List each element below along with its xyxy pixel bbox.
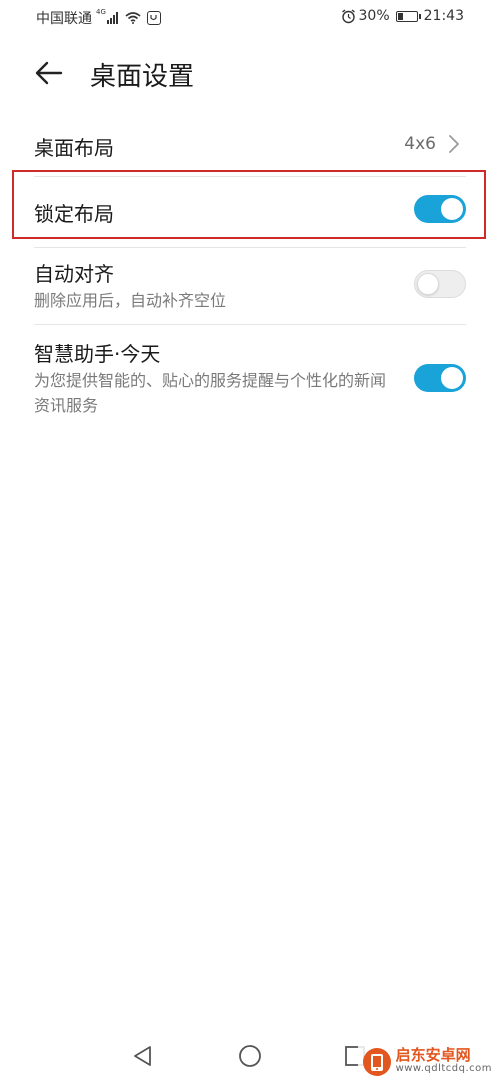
watermark-name: 启东安卓网 — [395, 1046, 471, 1064]
notification-app-icon — [146, 11, 161, 25]
circle-home-icon[interactable] — [238, 1044, 262, 1068]
status-bar: 中国联通 4G 30% 21:43 — [0, 0, 500, 36]
watermark-text: 启东安卓网 www.qdltcdq.com — [396, 1048, 492, 1076]
signal-icon — [106, 12, 119, 24]
carrier-name: 中国联通 — [36, 11, 92, 27]
toggle-knob — [417, 273, 439, 295]
auto-align-row: 自动对齐 删除应用后，自动补齐空位 — [34, 250, 466, 320]
auto-align-description: 删除应用后，自动补齐空位 — [34, 291, 227, 310]
toggle-knob — [441, 367, 463, 389]
chevron-right-icon — [449, 135, 459, 153]
watermark-url: www.qdltcdq.com — [395, 1063, 492, 1074]
triangle-back-icon[interactable] — [131, 1044, 155, 1068]
desktop-layout-label: 桌面布局 — [34, 136, 114, 160]
wifi-icon — [125, 12, 141, 24]
divider — [34, 324, 466, 325]
battery-percent: 30% — [358, 8, 390, 24]
highlight-box — [12, 170, 486, 239]
smart-assistant-description: 为您提供智能的、贴心的服务提醒与个性化的新闻资讯服务 — [34, 371, 387, 415]
desktop-layout-row[interactable]: 桌面布局 4x6 — [34, 120, 466, 170]
smart-assistant-label: 智慧助手·今天 — [34, 342, 161, 366]
app-bar: 桌面设置 — [0, 44, 500, 104]
smart-assistant-row: 智慧助手·今天 为您提供智能的、贴心的服务提醒与个性化的新闻资讯服务 — [34, 330, 466, 430]
page-title: 桌面设置 — [90, 62, 195, 92]
battery-icon — [395, 10, 421, 22]
back-arrow-icon[interactable] — [34, 58, 64, 88]
divider — [34, 247, 466, 248]
watermark-logo-icon — [362, 1048, 391, 1076]
status-bar-right: 30% 21:43 — [341, 8, 464, 24]
desktop-layout-value: 4x6 — [404, 134, 436, 154]
clock-time: 21:43 — [423, 8, 464, 24]
watermark: 启东安卓网 www.qdltcdq.com — [357, 1044, 496, 1080]
network-type: 4G — [96, 8, 106, 16]
smart-assistant-toggle[interactable] — [414, 364, 466, 392]
auto-align-label: 自动对齐 — [34, 262, 114, 286]
auto-align-toggle[interactable] — [414, 270, 466, 298]
alarm-clock-icon — [341, 8, 355, 23]
status-bar-left: 中国联通 4G — [36, 8, 161, 28]
battery-fill — [397, 12, 403, 20]
